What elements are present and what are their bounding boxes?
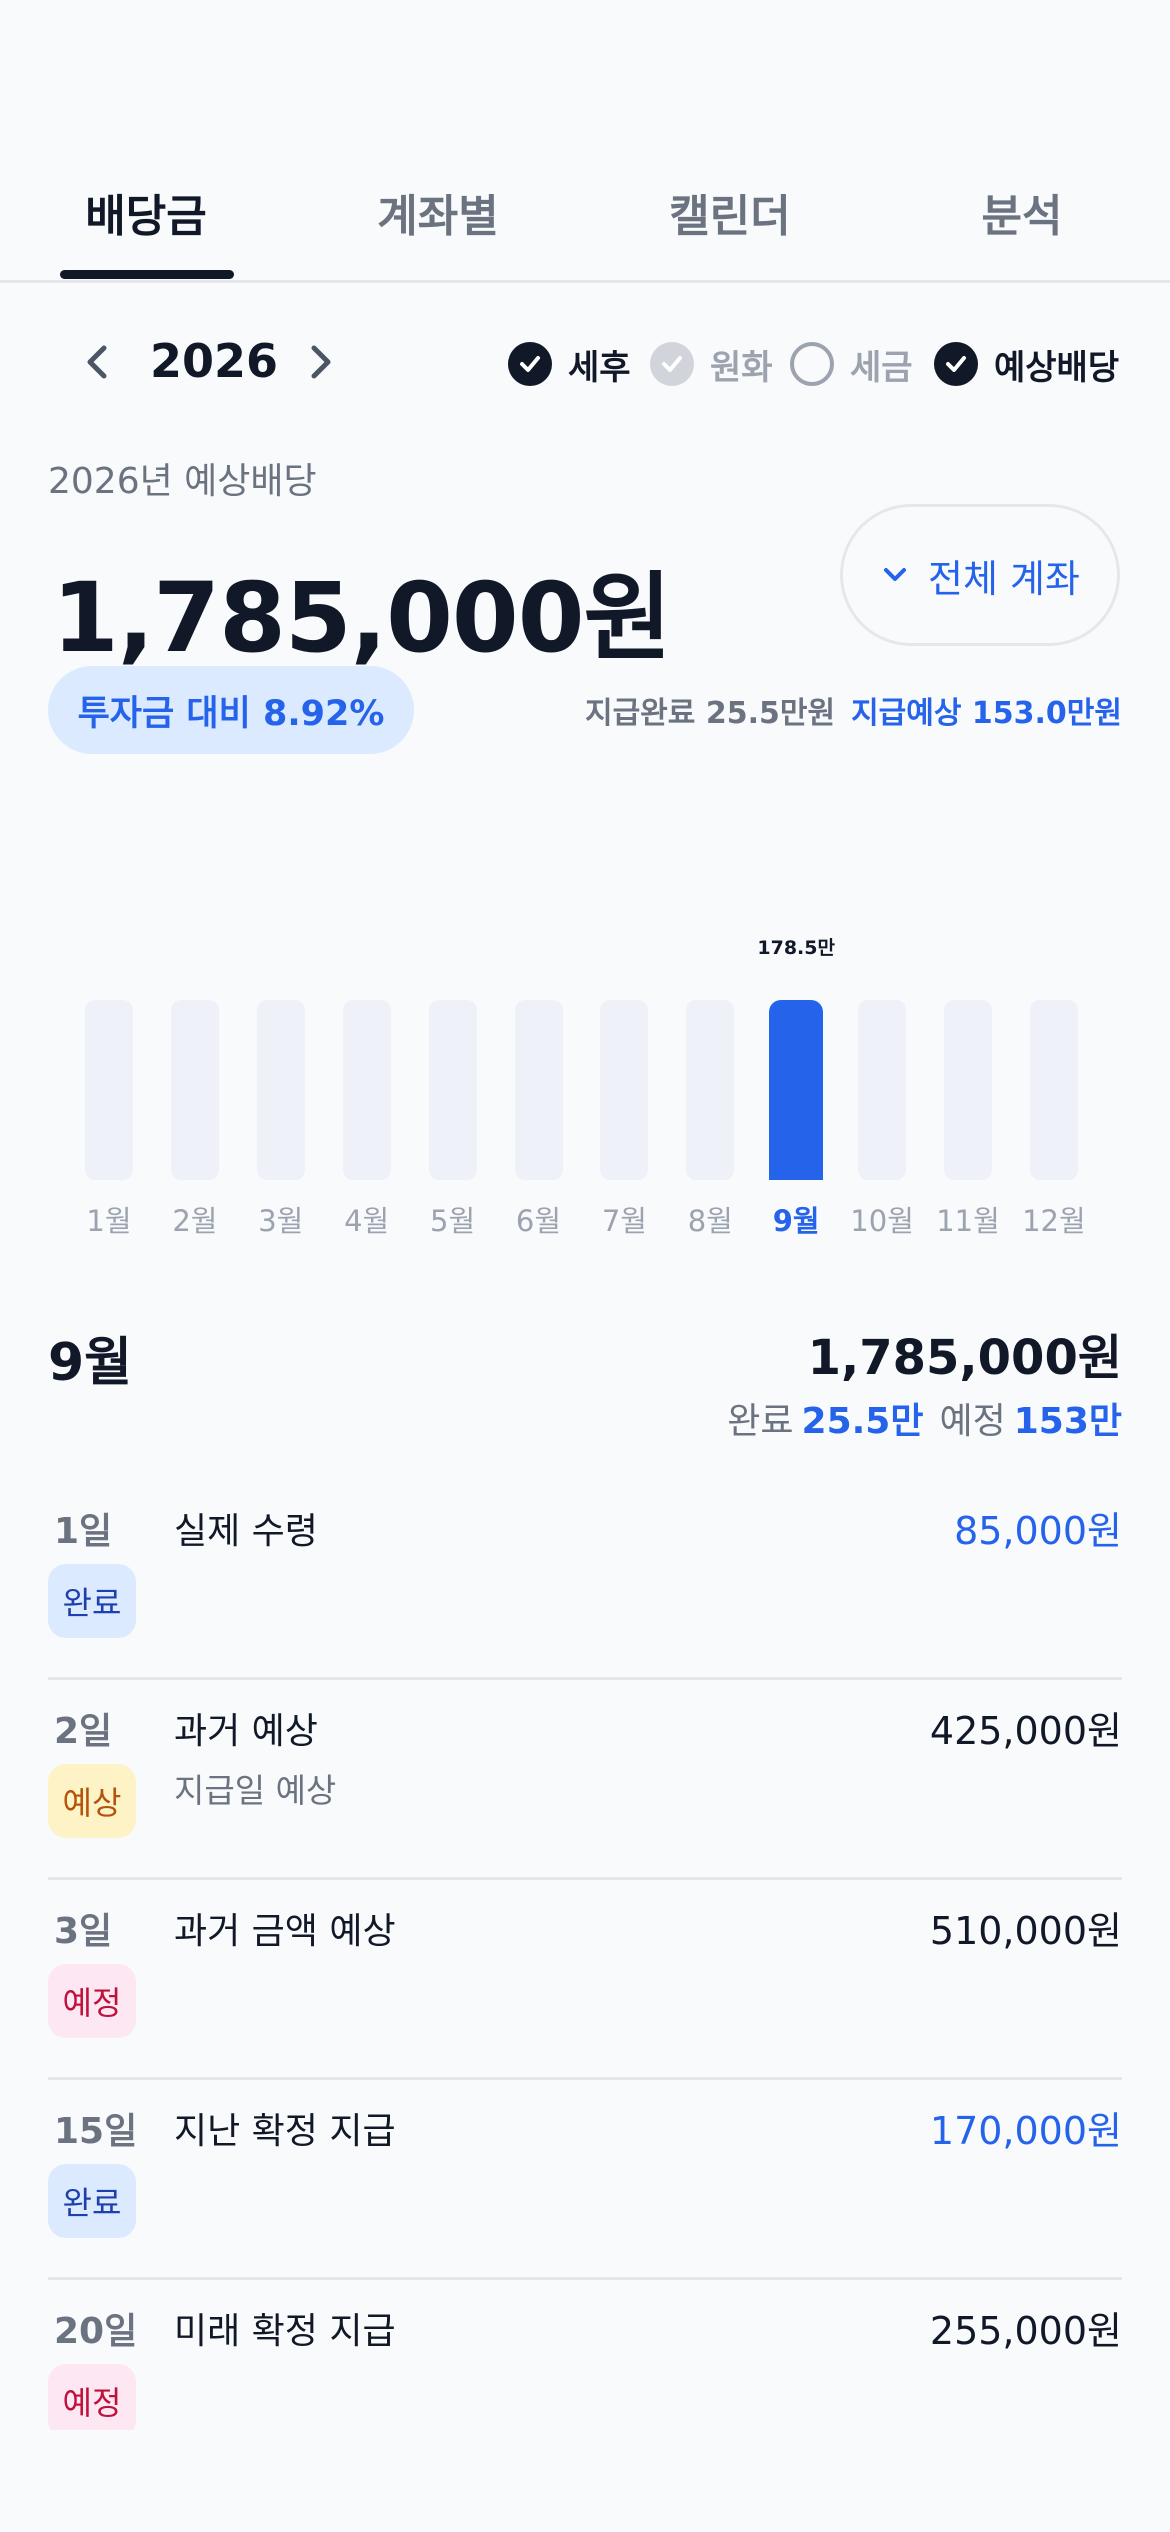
chart-bar[interactable]: [858, 1000, 907, 1180]
list-item[interactable]: 20일예정 미래 확정 지급 255,000원: [48, 2280, 1122, 2430]
month-done-value: 25.5만: [801, 1401, 924, 1442]
chart-month-label: 6월: [515, 1204, 562, 1238]
chart-bar[interactable]: [944, 1000, 992, 1180]
list-item[interactable]: 3일예정 과거 금액 예상 510,000원: [48, 1880, 1122, 2080]
tab-calendar[interactable]: 캘린더: [584, 160, 876, 280]
tab-bar: 배당금 계좌별 캘린더 분석: [0, 160, 1170, 283]
active-tab-indicator: [60, 270, 234, 279]
monthly-dividend-chart: 1월 2월 3월 4월 5월 6월 7월 8월 178.5만 9월 10월 11월 12월: [0, 880, 1170, 1260]
year-label: 2026: [150, 334, 279, 388]
chart-month-label: 12월: [1022, 1204, 1086, 1238]
dividend-list: 1일완료 실제 수령 85,000원 2일예상 과거 예상지급일 예상 425,000원 3…: [48, 1480, 1122, 2430]
chart-bar[interactable]: [342, 1000, 391, 1180]
chart-bar[interactable]: [769, 1000, 824, 1180]
item-amount: 510,000원: [929, 1909, 1122, 1953]
month-done-label: 완료: [727, 1401, 794, 1442]
chevron-left-icon[interactable]: [78, 342, 118, 382]
filter-label: 세금: [850, 347, 913, 388]
investment-ratio-badge: 투자금 대비 8.92%: [48, 666, 414, 754]
chart-bar[interactable]: [256, 1000, 305, 1180]
item-amount: 85,000원: [954, 1509, 1122, 1553]
item-name: 과거 예상: [174, 1711, 318, 1752]
chart-month-label: 9월: [772, 1204, 820, 1238]
chart-bar[interactable]: [1029, 1000, 1078, 1180]
chart-month-label: 8월: [687, 1204, 733, 1238]
tab-dividends[interactable]: 배당금: [0, 160, 292, 280]
status-badge: 예정: [48, 2364, 136, 2430]
filter-toggle[interactable]: 세금: [790, 334, 913, 394]
chart-bar[interactable]: [85, 1000, 133, 1180]
item-day: 20일: [54, 2311, 138, 2352]
item-day: 2일: [54, 1711, 113, 1752]
month-title: 9월: [48, 1333, 133, 1393]
summary-sublabel: 2026년 예상배당: [48, 461, 317, 502]
status-badge: 예정: [48, 1964, 136, 2038]
item-amount: 425,000원: [929, 1709, 1122, 1753]
month-sched-label: 예정: [939, 1401, 1006, 1442]
paid-amount: 지급완료 25.5만원: [584, 696, 836, 731]
item-day: 3일: [54, 1911, 113, 1952]
chart-month-label: 3월: [258, 1204, 304, 1238]
list-item[interactable]: 2일예상 과거 예상지급일 예상 425,000원: [48, 1680, 1122, 1880]
item-name: 과거 금액 예상: [174, 1911, 396, 1952]
chart-month-label: 10월: [850, 1204, 914, 1238]
month-total: 1,785,000원: [807, 1330, 1122, 1386]
chart-bar[interactable]: [600, 1000, 649, 1180]
payment-status-row: 지급완료 25.5만원 지급예상 153.0만원: [585, 688, 1122, 732]
filter-label: 예상배당: [994, 347, 1120, 388]
year-filter-bar: 2026 세후 원화 세금 예상배당: [0, 330, 1170, 400]
chevron-down-icon: [884, 568, 907, 581]
chart-bar[interactable]: [170, 1000, 219, 1180]
item-day: 15일: [54, 2111, 138, 2152]
filter-toggle[interactable]: 세후: [508, 334, 631, 394]
list-item[interactable]: 1일완료 실제 수령 85,000원: [48, 1480, 1122, 1680]
list-item[interactable]: 15일완료 지난 확정 지급 170,000원: [48, 2080, 1122, 2280]
tab-by-account[interactable]: 계좌별: [292, 160, 584, 280]
annual-total: 1,785,000원: [52, 562, 672, 674]
chart-bar[interactable]: [686, 1000, 735, 1180]
planned-amount: 지급예상 153.0만원: [851, 696, 1122, 731]
chart-value-label: 178.5만: [757, 937, 835, 959]
chevron-right-icon[interactable]: [300, 342, 340, 382]
month-sched-value: 153만: [1013, 1401, 1122, 1442]
item-name: 미래 확정 지급: [174, 2311, 396, 2352]
tab-analysis[interactable]: 분석: [876, 160, 1168, 280]
filter-label: 세후: [568, 347, 631, 388]
chart-month-label: 1월: [86, 1204, 132, 1238]
chart-month-label: 11월: [936, 1204, 1000, 1238]
status-badge: 완료: [48, 1564, 136, 1638]
chart-month-label: 2월: [172, 1204, 218, 1238]
check-circle-icon: [508, 342, 552, 386]
status-badge: 완료: [48, 2164, 136, 2238]
item-note: 지급일 예상: [174, 1771, 337, 1810]
item-amount: 170,000원: [929, 2109, 1122, 2153]
item-day: 1일: [54, 1511, 113, 1552]
radio-empty-icon: [790, 342, 834, 386]
chart-month-label: 5월: [430, 1204, 476, 1238]
item-amount: 255,000원: [929, 2309, 1122, 2353]
chart-month-label: 7월: [601, 1204, 647, 1238]
item-name: 실제 수령: [174, 1511, 318, 1552]
check-circle-icon: [934, 342, 978, 386]
filter-toggle[interactable]: 원화: [650, 334, 773, 394]
chart-month-label: 4월: [344, 1204, 390, 1238]
check-circle-icon: [650, 342, 694, 386]
chart-bar[interactable]: [514, 1000, 563, 1180]
account-select-button[interactable]: 전체 계좌: [840, 504, 1120, 646]
filter-toggle[interactable]: 예상배당: [934, 334, 1119, 394]
filter-label: 원화: [710, 347, 773, 388]
status-badge: 예상: [48, 1764, 136, 1838]
month-split: 완료 25.5만 예정 153만: [727, 1392, 1122, 1444]
chart-bar[interactable]: [428, 1000, 477, 1180]
account-select-label: 전체 계좌: [928, 556, 1080, 601]
item-name: 지난 확정 지급: [174, 2111, 396, 2152]
